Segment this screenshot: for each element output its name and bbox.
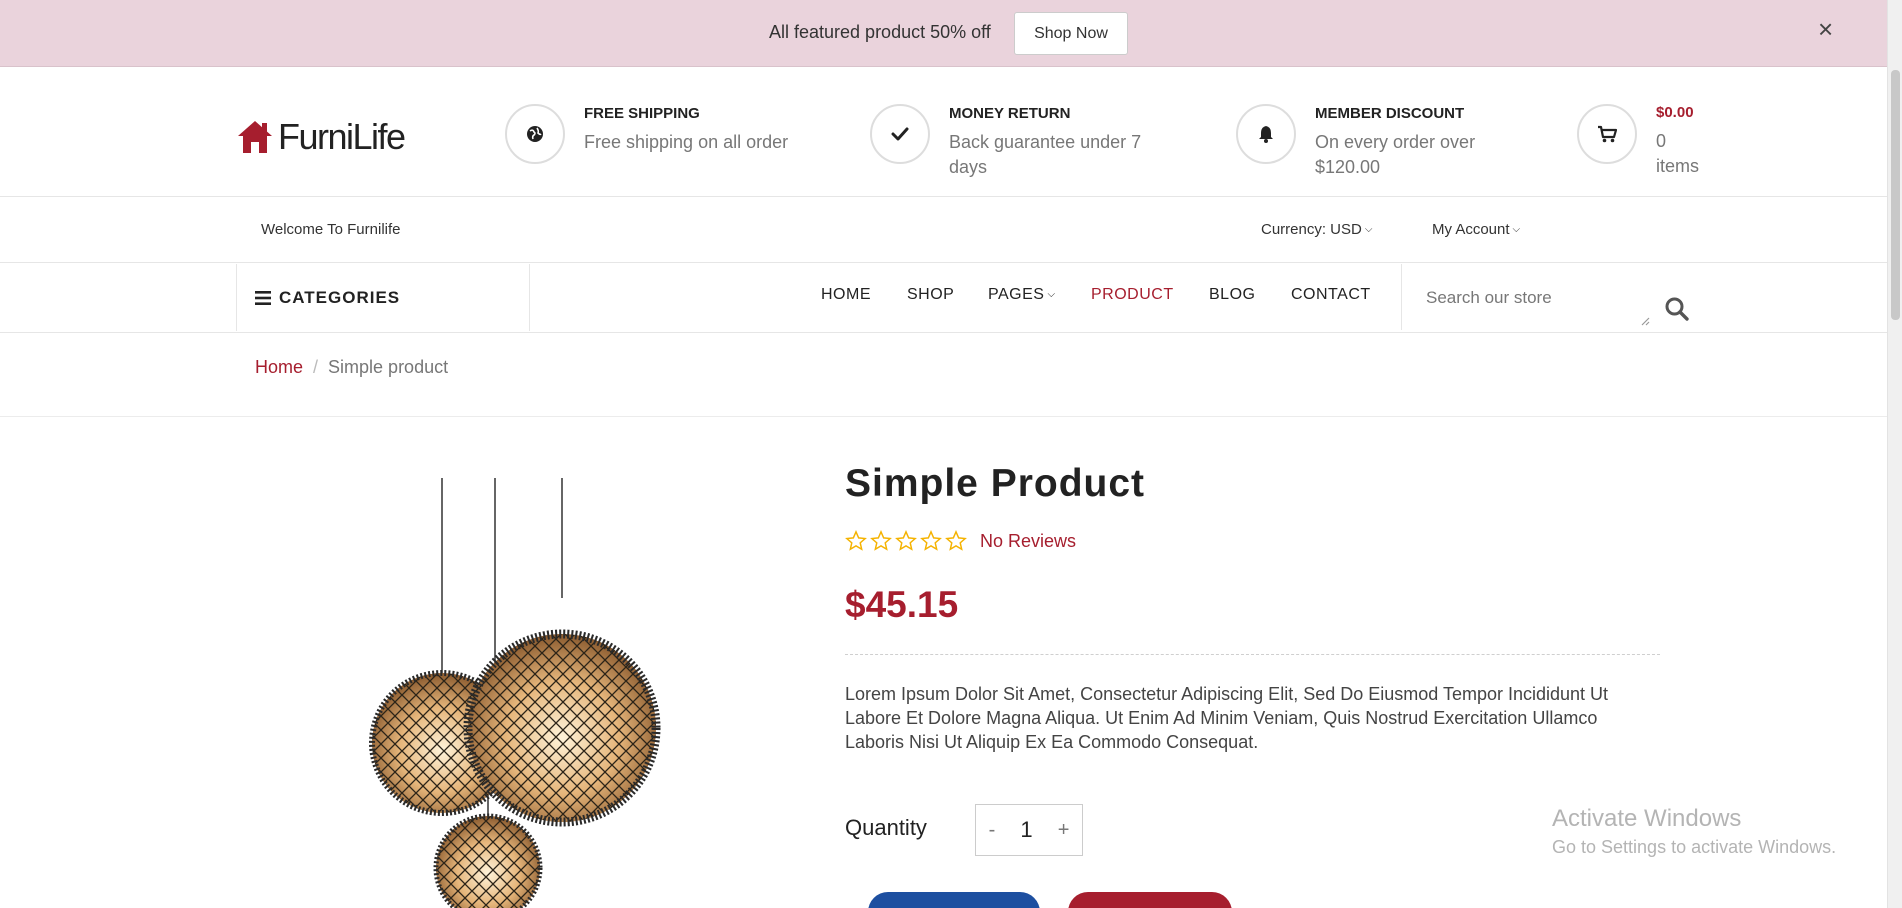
- star-icon: [895, 530, 917, 551]
- announcement-bar: All featured product 50% off Shop Now ×: [0, 0, 1902, 67]
- hamburger-icon: [255, 290, 271, 305]
- search-input[interactable]: [1426, 288, 1636, 308]
- feature-desc: On every order over $120.00: [1315, 132, 1476, 177]
- quantity-label: Quantity: [845, 815, 927, 840]
- check-icon: [891, 127, 909, 141]
- quantity-stepper: - 1 +: [975, 804, 1083, 856]
- feature-icon-circle: [505, 104, 565, 164]
- star-icon: [845, 530, 867, 551]
- cart-count-label: items: [1656, 156, 1700, 176]
- nav-blog[interactable]: BLOG: [1209, 286, 1255, 304]
- breadcrumb-separator: /: [313, 357, 319, 377]
- decrement-button[interactable]: -: [989, 819, 996, 842]
- quantity-value[interactable]: 1: [1020, 817, 1032, 843]
- product-title: Simple Product: [845, 462, 1146, 505]
- categories-label: CATEGORIES: [279, 287, 401, 307]
- feature-money-return: MONEY RETURN Back guarantee under 7 days: [870, 104, 1149, 180]
- announcement-text: All featured product 50% off: [769, 22, 991, 42]
- breadcrumb: Home / Simple product: [255, 357, 448, 378]
- nav-pages-label: PAGES: [988, 286, 1045, 303]
- nav-shop[interactable]: SHOP: [907, 286, 954, 304]
- product-price: $45.15: [845, 584, 959, 625]
- bell-icon: [1259, 126, 1273, 143]
- currency-label: Currency: USD: [1261, 221, 1362, 238]
- categories-menu[interactable]: CATEGORIES: [236, 264, 530, 331]
- nav-product[interactable]: PRODUCT: [1091, 286, 1174, 304]
- chevron-down-icon: ⌵: [1364, 224, 1373, 235]
- resize-grip-icon[interactable]: [1640, 316, 1650, 326]
- feature-desc: Free shipping on all order: [584, 132, 789, 152]
- product-image[interactable]: [360, 478, 670, 908]
- star-icon: [870, 530, 892, 551]
- increment-button[interactable]: +: [1058, 819, 1070, 842]
- product-description: Lorem Ipsum Dolor Sit Amet, Consectetur …: [845, 684, 1609, 752]
- reviews-link[interactable]: No Reviews: [980, 531, 1076, 552]
- star-icon: [920, 530, 942, 551]
- feature-desc: Back guarantee under 7 days: [949, 132, 1142, 177]
- nav-pages[interactable]: PAGES ⌵: [988, 286, 1056, 304]
- feature-title: MONEY RETURN: [949, 105, 1071, 122]
- star-icon: [945, 530, 967, 551]
- buy-now-button[interactable]: [1068, 892, 1232, 908]
- welcome-text: Welcome To Furnilife: [261, 221, 401, 238]
- chevron-down-icon: ⌵: [1512, 224, 1521, 235]
- activation-watermark-title: Activate Windows: [1552, 805, 1742, 832]
- brand-name: FurniLife: [278, 116, 406, 157]
- feature-member-discount: MEMBER DISCOUNT On every order over $120…: [1236, 104, 1490, 180]
- scrollbar-thumb[interactable]: [1891, 70, 1900, 320]
- cart-count-value: 0: [1656, 131, 1667, 151]
- nav-home[interactable]: HOME: [821, 286, 871, 304]
- page-scrollbar[interactable]: [1887, 0, 1902, 908]
- rating-stars: [845, 530, 970, 552]
- add-to-cart-button[interactable]: [868, 892, 1040, 908]
- globe-icon: [527, 126, 543, 142]
- house-icon: [238, 121, 272, 153]
- mini-cart[interactable]: $0.00 0 items: [1577, 104, 1706, 179]
- cart-total: $0.00: [1656, 104, 1694, 121]
- header-divider: [0, 196, 1887, 197]
- feature-icon-circle: [870, 104, 930, 164]
- breadcrumb-home[interactable]: Home: [255, 357, 303, 377]
- feature-title: FREE SHIPPING: [584, 105, 700, 122]
- currency-dropdown[interactable]: Currency: USD ⌵: [1261, 221, 1372, 238]
- price-divider: [845, 654, 1660, 655]
- cart-count: 0 items: [1656, 129, 1706, 179]
- close-icon[interactable]: ×: [1818, 16, 1833, 42]
- chevron-down-icon: ⌵: [1047, 289, 1056, 300]
- cart-icon: [1598, 125, 1617, 143]
- nav-contact[interactable]: CONTACT: [1291, 286, 1371, 304]
- site-logo[interactable]: FurniLife: [236, 116, 406, 158]
- feature-icon-circle: [1236, 104, 1296, 164]
- breadcrumb-divider: [0, 416, 1887, 417]
- breadcrumb-current: Simple product: [328, 357, 449, 377]
- cart-icon-circle[interactable]: [1577, 104, 1637, 164]
- shop-now-button[interactable]: Shop Now: [1014, 12, 1128, 55]
- account-dropdown[interactable]: My Account ⌵: [1432, 221, 1520, 238]
- activation-watermark-subtitle: Go to Settings to activate Windows.: [1552, 837, 1837, 857]
- account-label: My Account: [1432, 221, 1510, 238]
- feature-title: MEMBER DISCOUNT: [1315, 105, 1465, 122]
- feature-free-shipping: FREE SHIPPING Free shipping on all order: [505, 104, 788, 164]
- search-icon[interactable]: [1664, 296, 1690, 322]
